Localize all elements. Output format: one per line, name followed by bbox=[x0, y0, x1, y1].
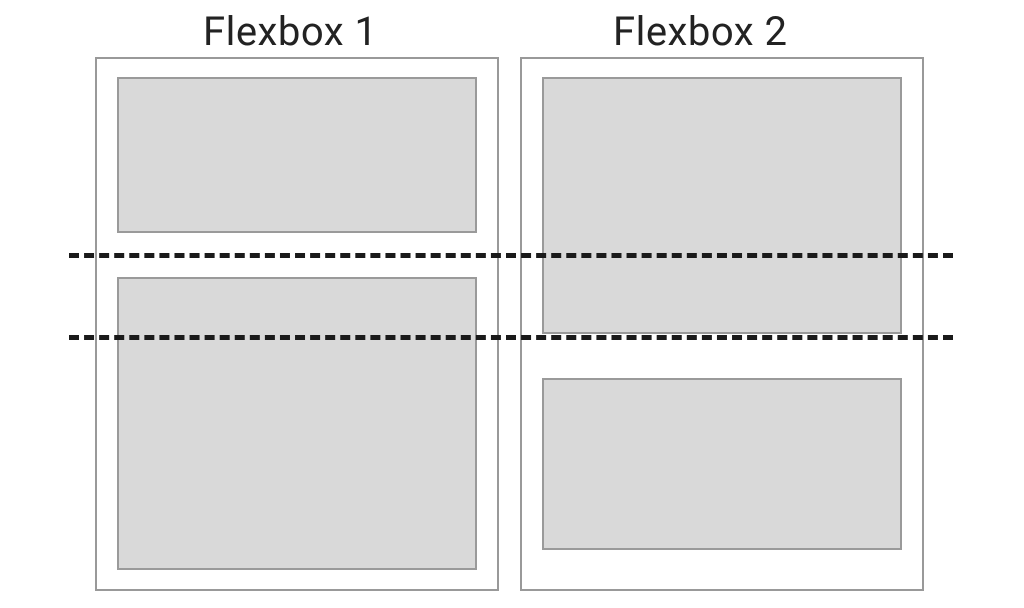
diagram-stage: Flexbox 1 Flexbox 2 bbox=[0, 0, 1024, 608]
guide-line-lower bbox=[69, 335, 953, 340]
guide-line-upper bbox=[69, 253, 953, 258]
flexbox-1-label: Flexbox 1 bbox=[203, 8, 378, 55]
flexbox-1-item-bottom bbox=[117, 277, 477, 570]
flexbox-2-label: Flexbox 2 bbox=[613, 8, 788, 55]
flexbox-1-item-top bbox=[117, 77, 477, 233]
flexbox-2-item-top bbox=[542, 77, 902, 334]
flexbox-2-item-bottom bbox=[542, 378, 902, 550]
